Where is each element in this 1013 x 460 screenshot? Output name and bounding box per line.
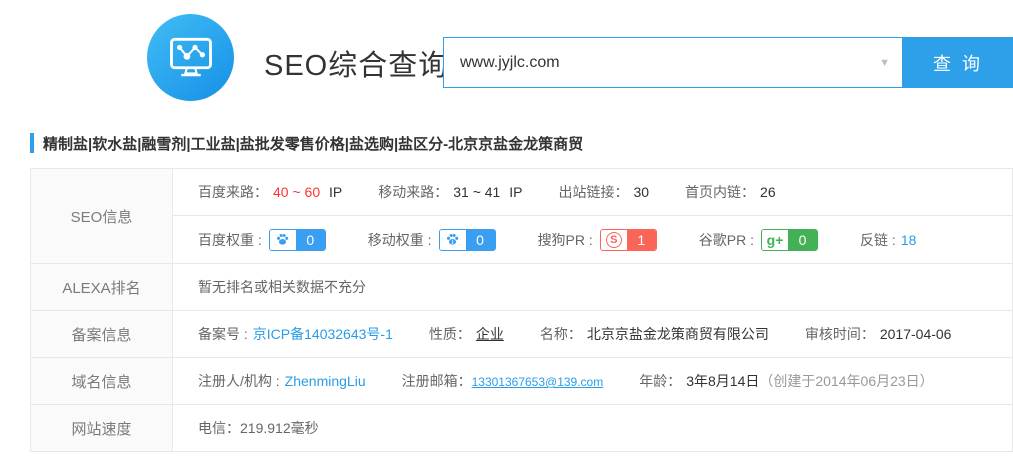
icp-number-stat: 备案号 :京ICP备14032643号-1: [198, 324, 393, 344]
homepage-internal-links-stat: 首页内链：26: [685, 182, 776, 202]
baidu-mobile-paw-icon: [440, 230, 466, 250]
monitor-chart-icon: [165, 32, 217, 84]
audit-time-stat: 审核时间：2017-04-06: [805, 324, 952, 344]
nature-stat: 性质：企业: [429, 324, 504, 344]
icp-number-link[interactable]: 京ICP备14032643号-1: [253, 326, 393, 342]
registrant-email-link[interactable]: 13301367653@139.com: [472, 375, 604, 389]
baidu-weight-item: 百度权重 : 0: [198, 229, 326, 251]
google-pr-badge[interactable]: g+ 0: [761, 229, 818, 251]
backlinks-item: 反链 : 18: [860, 230, 916, 250]
dropdown-caret-icon[interactable]: ▼: [879, 57, 890, 69]
backlinks-link[interactable]: 18: [901, 232, 917, 248]
table-row-speed: 网站速度 电信：219.912毫秒: [31, 404, 1012, 451]
header: SEO综合查询 ▼ 查 询: [0, 0, 1013, 120]
outbound-links-stat: 出站链接：30: [558, 182, 649, 202]
telecom-speed-stat: 电信：219.912毫秒: [198, 418, 319, 438]
logo: [147, 14, 234, 101]
query-button[interactable]: 查 询: [903, 37, 1013, 88]
search-area: ▼ 查 询: [443, 37, 1013, 88]
row-label-speed: 网站速度: [31, 405, 173, 451]
search-input[interactable]: [444, 38, 902, 87]
domain-created-note: （创建于2014年06月23日）: [759, 373, 933, 389]
row-label-seo: SEO信息: [31, 169, 173, 263]
row-label-alexa: ALEXA排名: [31, 264, 173, 310]
google-pr-item: 谷歌PR : g+ 0: [699, 229, 818, 251]
baidu-traffic-stat: 百度来路：40 ~ 60 IP: [198, 182, 342, 202]
site-title-row: 精制盐|软水盐|融雪剂|工业盐|盐批发零售价格|盐选购|盐区分-北京京盐金龙策商…: [30, 131, 583, 155]
search-input-wrap: ▼: [443, 37, 903, 88]
sogou-s-icon: S: [601, 230, 627, 250]
mobile-weight-badge[interactable]: 0: [439, 229, 496, 251]
row-label-beian: 备案信息: [31, 311, 173, 357]
sogou-pr-item: 搜狗PR : S 1: [538, 229, 657, 251]
mobile-traffic-stat: 移动来路：31 ~ 41 IP: [378, 182, 522, 202]
seo-stats-row: 百度来路：40 ~ 60 IP 移动来路：31 ~ 41 IP 出站链接：30 …: [173, 169, 1012, 216]
site-title-text: 精制盐|软水盐|融雪剂|工业盐|盐批发零售价格|盐选购|盐区分-北京京盐金龙策商…: [43, 133, 583, 154]
mobile-weight-item: 移动权重 : 0: [368, 229, 496, 251]
title-accent-bar: [30, 133, 34, 153]
sogou-pr-badge[interactable]: S 1: [600, 229, 657, 251]
alexa-text: 暂无排名或相关数据不充分: [173, 264, 1012, 310]
info-table: SEO信息 百度来路：40 ~ 60 IP 移动来路：31 ~ 41 IP 出站…: [30, 168, 1013, 452]
table-row-beian: 备案信息 备案号 :京ICP备14032643号-1 性质：企业 名称：北京京盐…: [31, 310, 1012, 357]
registrant-link[interactable]: ZhenmingLiu: [285, 373, 366, 389]
table-row-alexa: ALEXA排名 暂无排名或相关数据不充分: [31, 263, 1012, 310]
seo-weights-row: 百度权重 : 0 移动权重 : 0: [173, 216, 1012, 263]
table-row-domain: 域名信息 注册人/机构 :ZhenmingLiu 注册邮箱：1330136765…: [31, 357, 1012, 404]
baidu-paw-icon: [270, 230, 296, 250]
domain-age-stat: 年龄：3年8月14日（创建于2014年06月23日）: [639, 371, 933, 391]
baidu-weight-badge[interactable]: 0: [269, 229, 326, 251]
email-stat: 注册邮箱：13301367653@139.com: [402, 371, 604, 391]
google-plus-icon: g+: [762, 230, 788, 250]
table-row-seo: SEO信息 百度来路：40 ~ 60 IP 移动来路：31 ~ 41 IP 出站…: [31, 169, 1012, 263]
registrant-stat: 注册人/机构 :ZhenmingLiu: [198, 371, 366, 391]
company-name-stat: 名称：北京京盐金龙策商贸有限公司: [540, 324, 769, 344]
app-title: SEO综合查询: [264, 42, 448, 84]
row-label-domain: 域名信息: [31, 358, 173, 404]
nature-link[interactable]: 企业: [476, 326, 504, 342]
